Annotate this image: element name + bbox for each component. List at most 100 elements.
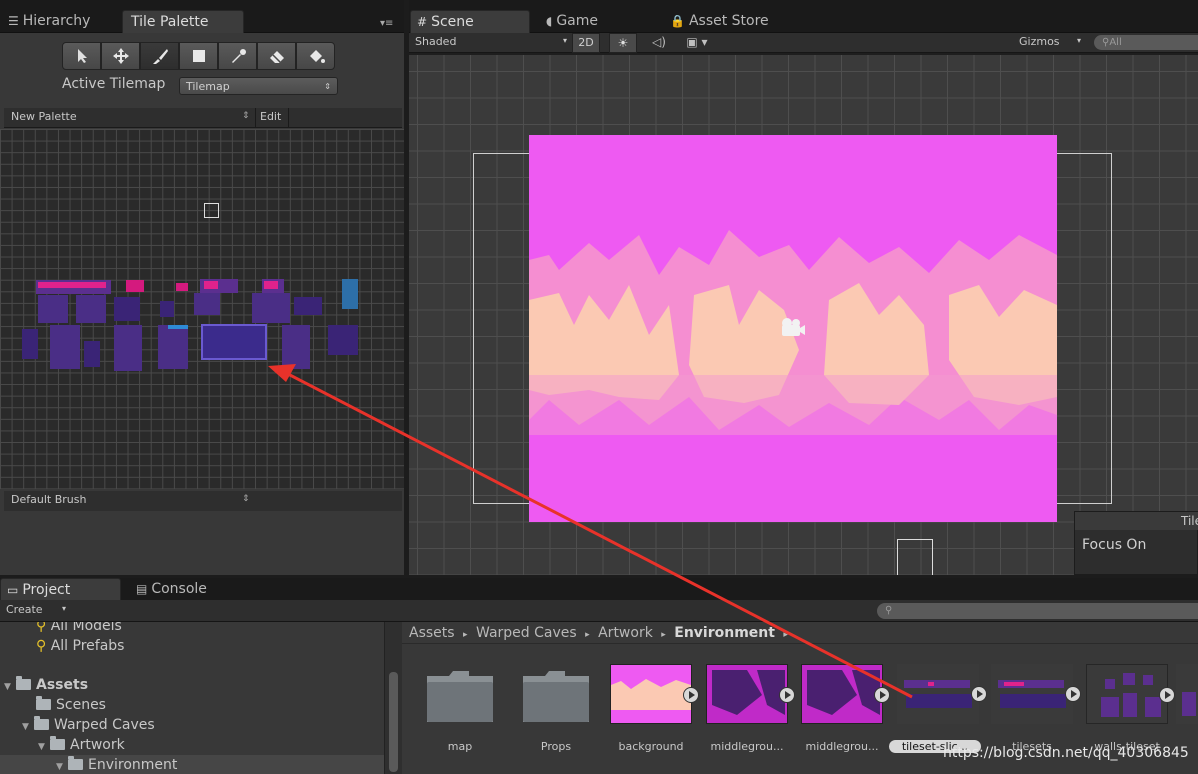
pointer-icon <box>77 49 87 63</box>
expand-play-icon[interactable] <box>779 687 795 703</box>
asset-background[interactable]: background <box>606 664 699 753</box>
panel-menu-icon[interactable]: ▾≡ <box>380 18 393 29</box>
expand-play-icon[interactable] <box>1065 686 1081 702</box>
audio-toggle-button[interactable]: ◁) <box>645 33 673 53</box>
tree-item-scenes[interactable]: Scenes <box>36 695 106 715</box>
folder-icon <box>36 696 51 710</box>
middleground-thumbnail <box>801 664 890 724</box>
move-tool-button[interactable] <box>101 42 140 70</box>
tab-project[interactable]: ▭ Project <box>0 578 121 600</box>
effects-dropdown[interactable]: ▣ ▾ <box>679 33 715 53</box>
console-icon: ▤ <box>136 582 148 596</box>
bottom-tab-bar: ▭ Project ▤ Console <box>0 578 1198 600</box>
create-dropdown[interactable]: Create ▾ <box>6 603 66 619</box>
select-tool-button[interactable] <box>62 42 101 70</box>
chevron-right-icon: ▸ <box>661 630 666 640</box>
palette-tile-grid[interactable] <box>0 129 404 489</box>
picker-tool-button[interactable] <box>218 42 257 70</box>
asset-folder-map[interactable]: map <box>415 664 505 753</box>
chevron-down-icon: ▾ <box>562 36 567 45</box>
erase-tool-button[interactable] <box>257 42 296 70</box>
search-icon: ⚲ <box>885 605 893 616</box>
asset-tileset-sliced[interactable]: tileset-slic... <box>889 664 987 753</box>
asset-folder-props[interactable]: Props <box>511 664 601 753</box>
breadcrumb-item[interactable]: Warped Caves <box>476 625 577 641</box>
shading-mode-dropdown[interactable]: Shaded ▾ <box>415 35 567 51</box>
folder-icon <box>68 756 83 770</box>
brush-selector-bar[interactable]: Default Brush ⇕ <box>4 491 402 511</box>
tileset-thumbnail <box>991 664 1081 724</box>
tree-item-warped-caves[interactable]: ▼ Warped Caves <box>22 715 155 735</box>
expand-triangle-icon: ▼ <box>56 762 63 772</box>
scrollbar-thumb[interactable] <box>389 672 398 772</box>
tab-tile-palette[interactable]: Tile Palette <box>122 10 244 33</box>
eraser-icon <box>269 51 284 63</box>
breadcrumb-item-current[interactable]: Environment <box>674 625 775 641</box>
folder-icon <box>50 736 65 750</box>
tree-scrollbar[interactable] <box>384 622 402 774</box>
panel-divider[interactable] <box>404 0 409 575</box>
gizmos-dropdown[interactable]: Gizmos ▾ <box>1019 35 1081 51</box>
tileset-thumbnail <box>1176 664 1198 724</box>
watermark: https://blog.csdn.net/qq_40306845 <box>943 745 1189 761</box>
expand-triangle-icon: ▼ <box>38 742 45 752</box>
asset-middleground-2[interactable]: middlegrou... <box>797 664 890 753</box>
folder-icon <box>16 676 31 690</box>
focus-on-label[interactable]: Focus On <box>1082 537 1146 553</box>
asset-tilesets[interactable]: tilesets <box>987 664 1081 753</box>
tab-hierarchy[interactable]: ☰ Hierarchy <box>2 10 96 32</box>
chevron-right-icon: ▸ <box>463 630 468 640</box>
scene-search-input[interactable]: ⚲All <box>1094 35 1198 50</box>
tab-asset-store[interactable]: 🔒 Asset Store <box>664 10 775 32</box>
tree-item-environment[interactable]: ▼ Environment <box>0 755 384 774</box>
expand-play-icon[interactable] <box>1159 687 1175 703</box>
project-folder-tree: ⚲ All Models ⚲ All Prefabs ▼ Assets Scene… <box>0 622 384 774</box>
updown-arrow-icon: ⇕ <box>242 111 250 121</box>
brush-icon <box>152 49 168 64</box>
2d-toggle-button[interactable]: 2D <box>572 33 600 53</box>
asset-middleground-1[interactable]: middlegrou... <box>702 664 795 753</box>
tree-item-assets[interactable]: ▼ Assets <box>4 675 88 695</box>
tab-game[interactable]: ◖ Game <box>540 10 604 32</box>
expand-play-icon[interactable] <box>874 687 890 703</box>
pacman-icon: ◖ <box>546 14 553 28</box>
lock-icon: 🔒 <box>670 14 685 28</box>
tab-console[interactable]: ▤ Console <box>130 578 213 600</box>
move-icon <box>112 48 129 64</box>
asset-walls-tileset[interactable]: walls-tileset <box>1082 664 1175 753</box>
tool-strip <box>62 42 338 70</box>
expand-play-icon[interactable] <box>683 687 699 703</box>
box-fill-tool-button[interactable] <box>179 42 218 70</box>
tab-scene[interactable]: # Scene <box>410 10 530 33</box>
expand-play-icon[interactable] <box>971 686 987 702</box>
grid-icon: # <box>417 15 428 29</box>
breadcrumb-item[interactable]: Assets <box>409 625 455 641</box>
updown-arrow-icon: ⇕ <box>324 82 331 91</box>
scene-viewport[interactable]: Tile Focus On <box>409 55 1198 575</box>
chevron-right-icon: ▸ <box>783 630 788 640</box>
selection-outline <box>897 539 933 575</box>
list-icon: ☰ <box>8 14 19 28</box>
focus-overlay-panel: Tile Focus On <box>1074 511 1198 575</box>
palette-selector-bar: New Palette ⇕ Edit <box>4 108 402 128</box>
lighting-toggle-button[interactable]: ☀ <box>609 33 637 53</box>
asset-walls-partial[interactable]: wa <box>1176 664 1198 724</box>
tree-item-all-models[interactable]: ⚲ All Models <box>36 622 122 636</box>
middleground-thumbnail <box>706 664 795 724</box>
chevron-right-icon: ▸ <box>585 630 590 640</box>
paint-tool-button[interactable] <box>140 42 179 70</box>
project-toolbar: Create ▾ ⚲ <box>0 600 1198 622</box>
search-icon: ⚲ <box>36 638 47 654</box>
palette-tiles <box>22 279 358 371</box>
breadcrumb-item[interactable]: Artwork <box>598 625 653 641</box>
palette-dropdown[interactable]: New Palette ⇕ <box>4 108 256 128</box>
edit-palette-button[interactable]: Edit <box>257 108 289 128</box>
camera-gizmo-icon[interactable] <box>778 316 806 338</box>
tree-item-artwork[interactable]: ▼ Artwork <box>38 735 125 755</box>
project-search-input[interactable]: ⚲ <box>877 603 1198 619</box>
scene-toolbar: Shaded ▾ 2D ☀ ◁) ▣ ▾ Gizmos ▾ ⚲All <box>409 33 1198 53</box>
fill-tool-button[interactable] <box>296 42 335 70</box>
active-tilemap-dropdown[interactable]: Tilemap ⇕ <box>179 77 338 95</box>
tree-item-all-prefabs[interactable]: ⚲ All Prefabs <box>36 636 124 656</box>
folder-icon: ▭ <box>7 583 19 597</box>
